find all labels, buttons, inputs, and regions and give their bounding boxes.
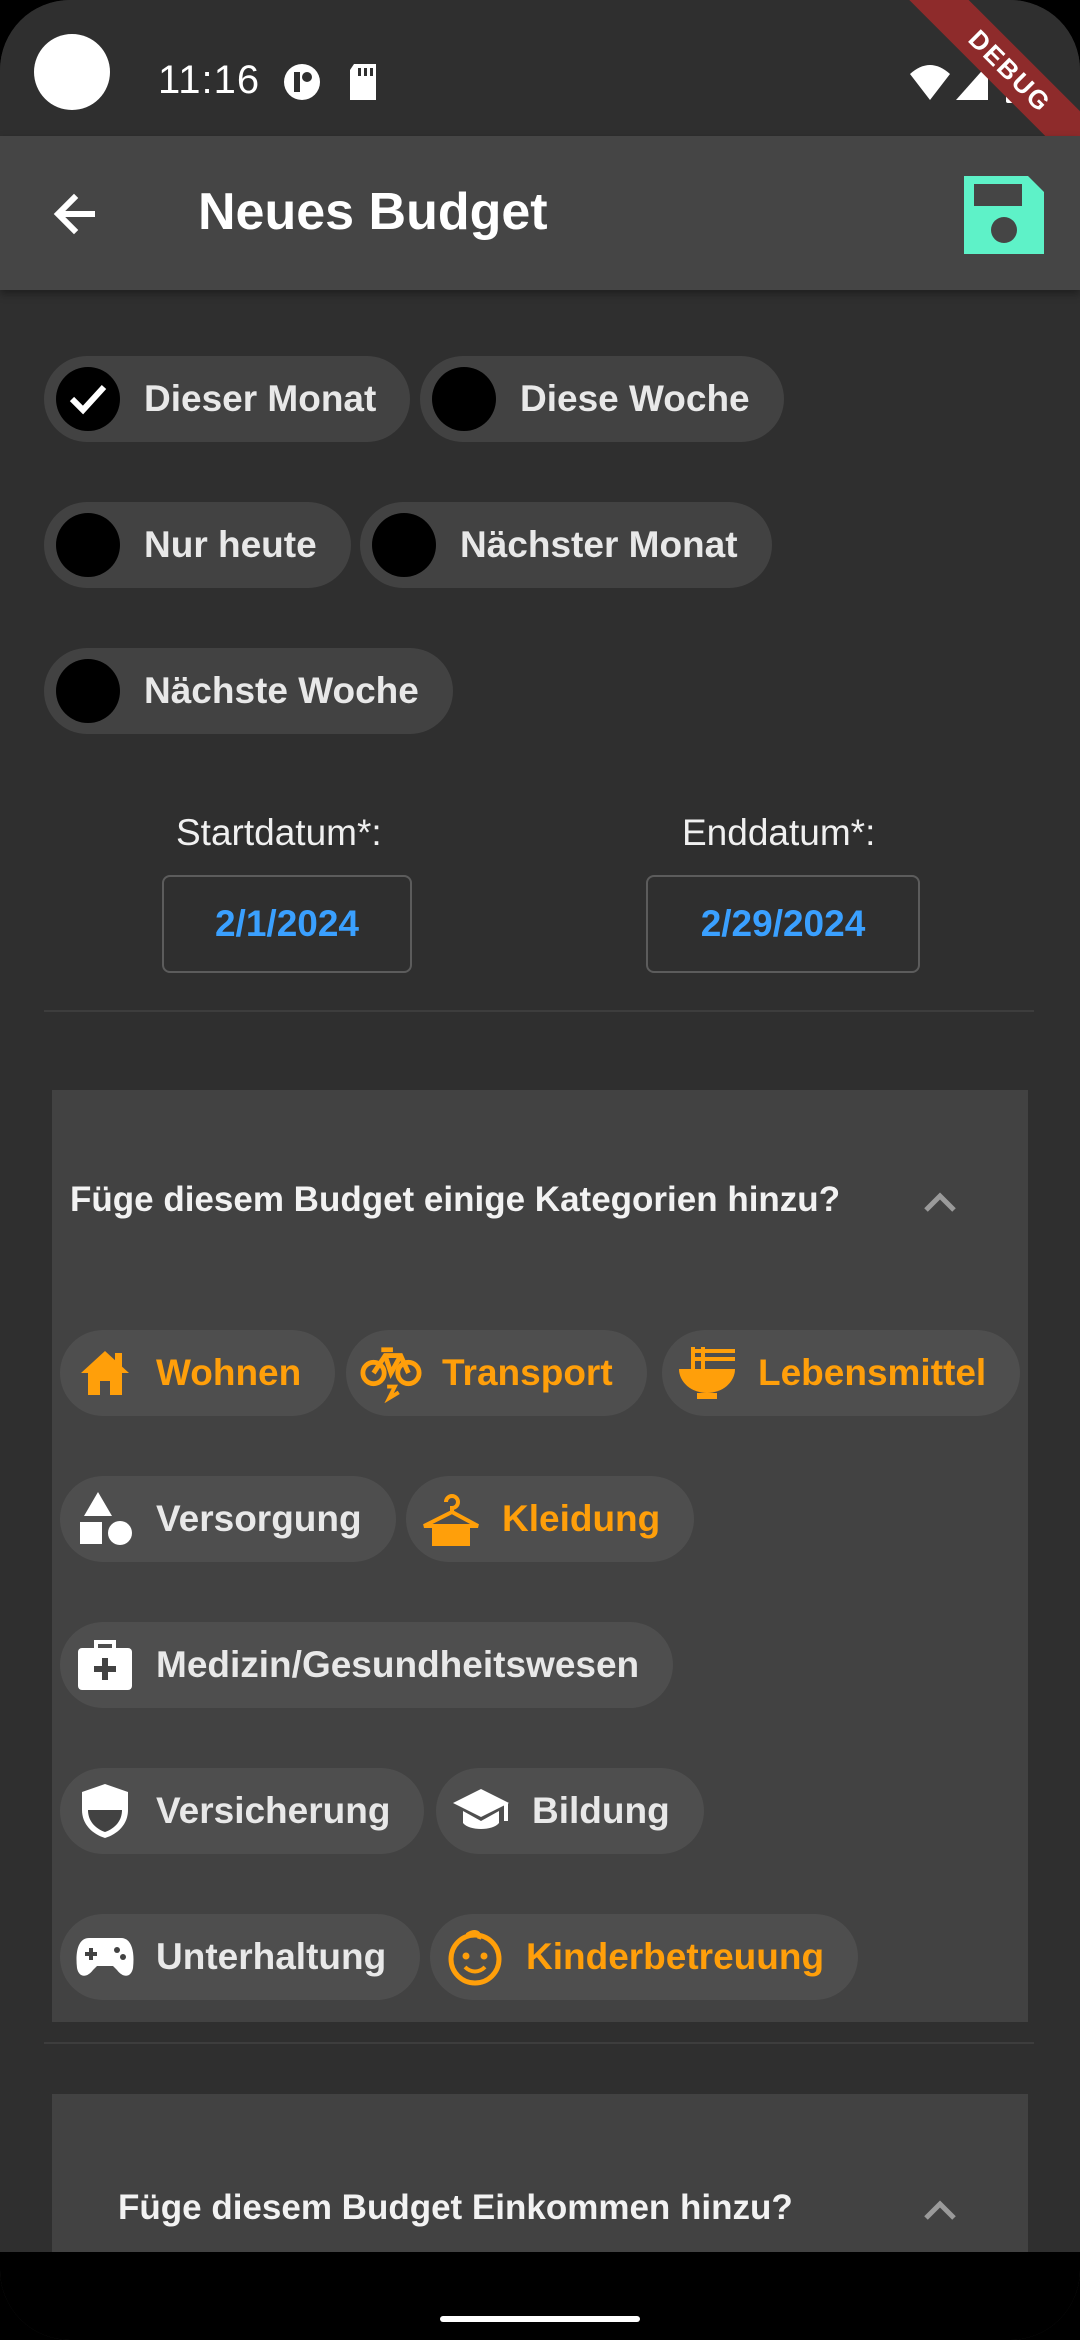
graduation-cap-icon xyxy=(450,1780,512,1842)
period-chip-this-week[interactable]: Diese Woche xyxy=(420,356,784,442)
floppy-disk-icon[interactable] xyxy=(958,170,1048,260)
category-label: Kleidung xyxy=(502,1498,661,1539)
period-chip-this-month[interactable]: Dieser Monat xyxy=(44,356,411,442)
category-chip-unterhaltung[interactable]: Unterhaltung xyxy=(60,1914,421,2000)
system-navigation-bar xyxy=(0,2252,1080,2340)
status-bar: 11:16 DEBUG xyxy=(0,0,1080,185)
home-gesture-handle[interactable] xyxy=(440,2316,640,2322)
arrow-back-icon[interactable] xyxy=(40,176,116,252)
chevron-up-icon[interactable] xyxy=(920,1182,960,1222)
divider xyxy=(44,2042,1034,2044)
unselected-indicator xyxy=(56,513,120,577)
period-chip-next-month[interactable]: Nächster Monat xyxy=(360,502,772,588)
period-chip-today[interactable]: Nur heute xyxy=(44,502,351,588)
divider xyxy=(44,1010,1034,1012)
child-face-icon xyxy=(444,1926,506,1988)
category-label: Bildung xyxy=(532,1790,670,1831)
category-chip-lebensmittel[interactable]: Lebensmittel xyxy=(662,1330,1021,1416)
clothes-hanger-icon xyxy=(420,1488,482,1550)
period-chip-label: Diese Woche xyxy=(520,378,750,419)
categories-panel-title[interactable]: Füge diesem Budget einige Kategorien hin… xyxy=(70,1180,840,1220)
category-chip-kinderbetreuung[interactable]: Kinderbetreuung xyxy=(430,1914,859,2000)
app-bar: Neues Budget xyxy=(0,136,1080,290)
category-label: Versicherung xyxy=(156,1790,391,1831)
period-chip-label: Dieser Monat xyxy=(144,378,377,419)
status-time: 11:16 xyxy=(158,58,261,102)
category-chip-transport[interactable]: Transport xyxy=(346,1330,647,1416)
period-chip-label: Nächste Woche xyxy=(144,670,419,711)
period-chip-next-week[interactable]: Nächste Woche xyxy=(44,648,453,734)
income-panel: Füge diesem Budget Einkommen hinzu? xyxy=(52,2094,1028,2254)
chevron-up-icon[interactable] xyxy=(920,2190,960,2230)
category-label: Kinderbetreuung xyxy=(526,1936,825,1977)
camera-cutout xyxy=(34,34,110,110)
category-chip-versorgung[interactable]: Versorgung xyxy=(60,1476,396,1562)
page-title: Neues Budget xyxy=(198,183,548,241)
income-panel-title[interactable]: Füge diesem Budget Einkommen hinzu? xyxy=(118,2188,793,2228)
app-notification-icon xyxy=(284,64,320,100)
unselected-indicator xyxy=(56,659,120,723)
category-label: Wohnen xyxy=(156,1352,302,1393)
category-label: Medizin/Gesundheitswesen xyxy=(156,1644,640,1685)
medical-bag-icon xyxy=(74,1634,136,1696)
category-label: Unterhaltung xyxy=(156,1936,387,1977)
category-chip-versicherung[interactable]: Versicherung xyxy=(60,1768,425,1854)
sd-card-icon xyxy=(350,64,376,100)
unselected-indicator xyxy=(432,367,496,431)
category-label: Lebensmittel xyxy=(758,1352,987,1393)
wifi-icon xyxy=(910,65,950,100)
unselected-indicator xyxy=(372,513,436,577)
shapes-icon xyxy=(74,1488,136,1550)
gamepad-icon xyxy=(74,1926,136,1988)
period-chip-label: Nächster Monat xyxy=(460,524,738,565)
noodle-bowl-icon xyxy=(676,1342,738,1404)
end-date-label: Enddatum*: xyxy=(682,812,876,853)
category-label: Versorgung xyxy=(156,1498,362,1539)
house-icon xyxy=(74,1342,136,1404)
categories-panel: Füge diesem Budget einige Kategorien hin… xyxy=(52,1090,1028,2022)
start-date-field[interactable]: 2/1/2024 xyxy=(162,875,412,973)
start-date-label: Startdatum*: xyxy=(176,812,382,853)
shield-icon xyxy=(74,1780,136,1842)
check-icon xyxy=(56,367,120,431)
category-chip-wohnen[interactable]: Wohnen xyxy=(60,1330,336,1416)
bicycle-icon xyxy=(360,1342,422,1404)
category-chip-bildung[interactable]: Bildung xyxy=(436,1768,704,1854)
category-chip-medizin[interactable]: Medizin/Gesundheitswesen xyxy=(60,1622,674,1708)
category-chip-kleidung[interactable]: Kleidung xyxy=(406,1476,695,1562)
period-chip-label: Nur heute xyxy=(144,524,317,565)
phone-screen: 11:16 DEBUG Neues Budget Dieser Monat Di… xyxy=(0,0,1080,2340)
end-date-field[interactable]: 2/29/2024 xyxy=(646,875,920,973)
category-label: Transport xyxy=(442,1352,613,1393)
